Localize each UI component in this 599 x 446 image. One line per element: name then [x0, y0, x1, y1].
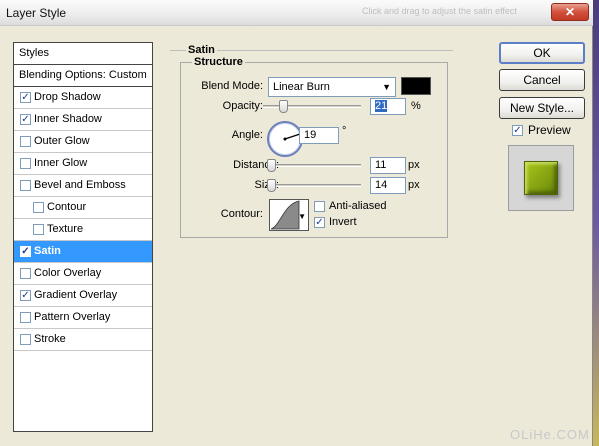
style-item-outer-glow[interactable]: Outer Glow — [14, 131, 152, 153]
close-icon: ✕ — [564, 5, 576, 19]
opacity-unit: % — [411, 100, 421, 112]
anti-aliased-checkbox[interactable] — [314, 201, 325, 212]
opacity-slider-track[interactable] — [263, 105, 361, 108]
size-value: 14 — [375, 179, 388, 191]
style-item-inner-shadow[interactable]: ✓ Inner Shadow — [14, 109, 152, 131]
style-item-stroke[interactable]: Stroke — [14, 329, 152, 351]
preview-checkbox[interactable]: ✓ — [512, 125, 523, 136]
structure-title: Structure — [192, 56, 245, 68]
checkbox-drop-shadow[interactable]: ✓ — [20, 92, 31, 103]
checkbox-bevel-emboss[interactable] — [20, 180, 31, 191]
watermark-text: OLiHe.COM — [510, 427, 590, 442]
style-item-contour[interactable]: Contour — [14, 197, 152, 219]
opacity-input[interactable]: 21 — [370, 98, 406, 115]
angle-label: Angle: — [231, 129, 263, 141]
style-item-label: Satin — [34, 245, 61, 257]
opacity-label: Opacity: — [222, 100, 263, 112]
blend-color-swatch[interactable] — [401, 77, 431, 95]
preview-swatch — [524, 161, 558, 195]
new-style-button[interactable]: New Style... — [499, 97, 585, 119]
size-label: Size: — [187, 179, 279, 191]
checkbox-outer-glow[interactable] — [20, 136, 31, 147]
anti-aliased-option[interactable]: Anti-aliased — [314, 200, 386, 214]
size-unit: px — [408, 179, 420, 191]
contour-label: Contour: — [220, 208, 263, 220]
style-item-label: Inner Shadow — [34, 113, 102, 125]
contour-curve-icon — [270, 200, 300, 230]
distance-slider-track[interactable] — [267, 164, 361, 167]
style-item-inner-glow[interactable]: Inner Glow — [14, 153, 152, 175]
chevron-down-icon: ▼ — [298, 212, 306, 221]
style-item-drop-shadow[interactable]: ✓ Drop Shadow — [14, 87, 152, 109]
invert-checkbox[interactable]: ✓ — [314, 217, 325, 228]
checkbox-color-overlay[interactable] — [20, 268, 31, 279]
checkbox-pattern-overlay[interactable] — [20, 312, 31, 323]
style-item-label: Bevel and Emboss — [34, 179, 126, 191]
style-item-pattern-overlay[interactable]: Pattern Overlay — [14, 307, 152, 329]
size-slider-thumb[interactable] — [267, 179, 276, 192]
distance-input[interactable]: 11 — [370, 157, 406, 174]
checkbox-gradient-overlay[interactable]: ✓ — [20, 290, 31, 301]
angle-value: 19 — [304, 129, 317, 141]
style-item-label: Inner Glow — [34, 157, 88, 169]
satin-group-title: Satin — [186, 44, 217, 56]
size-input[interactable]: 14 — [370, 177, 406, 194]
invert-label: Invert — [329, 216, 357, 228]
distance-label: Distance: — [233, 159, 279, 171]
style-item-gradient-overlay[interactable]: ✓ Gradient Overlay — [14, 285, 152, 307]
preview-label: Preview — [528, 123, 571, 137]
style-item-label: Outer Glow — [34, 135, 90, 147]
checkbox-stroke[interactable] — [20, 334, 31, 345]
checkbox-satin[interactable]: ✓ — [20, 246, 31, 257]
style-item-label: Gradient Overlay — [34, 289, 118, 301]
checkbox-contour[interactable] — [33, 202, 44, 213]
styles-list: Styles Blending Options: Custom ✓ Drop S… — [13, 42, 153, 432]
style-item-bevel-emboss[interactable]: Bevel and Emboss — [14, 175, 152, 197]
checkbox-inner-glow[interactable] — [20, 158, 31, 169]
cancel-button[interactable]: Cancel — [499, 69, 585, 91]
distance-value: 11 — [375, 159, 387, 171]
styles-header[interactable]: Styles — [14, 43, 152, 65]
style-item-label: Stroke — [34, 333, 66, 345]
style-item-label: Texture — [47, 223, 84, 235]
angle-dial[interactable] — [267, 121, 303, 157]
checkbox-inner-shadow[interactable]: ✓ — [20, 114, 31, 125]
style-item-label: Color Overlay — [34, 267, 102, 279]
contour-picker[interactable]: ▼ — [269, 199, 309, 231]
blend-mode-select[interactable]: Linear Burn ▼ — [268, 77, 396, 97]
style-item-label: Pattern Overlay — [34, 311, 111, 323]
distance-unit: px — [408, 159, 420, 171]
size-slider-track[interactable] — [267, 184, 361, 187]
style-item-label: Contour — [47, 201, 87, 213]
opacity-value: 21 — [375, 100, 388, 112]
opacity-slider-thumb[interactable] — [279, 100, 288, 113]
close-button[interactable]: ✕ — [551, 3, 589, 21]
angle-input[interactable]: 19 — [299, 127, 339, 144]
window-title: Layer Style — [6, 6, 67, 20]
style-item-texture[interactable]: Texture — [14, 219, 152, 241]
angle-needle-icon — [283, 133, 301, 141]
angle-unit: ° — [342, 125, 347, 137]
structure-box: Structure Blend Mode: Linear Burn ▼ Opac… — [180, 56, 448, 238]
preview-thumbnail — [508, 145, 574, 211]
invert-option[interactable]: ✓ Invert — [314, 216, 357, 230]
blend-mode-value: Linear Burn — [273, 81, 330, 93]
checkbox-texture[interactable] — [33, 224, 44, 235]
layer-style-dialog: Layer Style Click and drag to adjust the… — [0, 0, 593, 446]
blending-options-item[interactable]: Blending Options: Custom — [14, 65, 152, 87]
preview-option[interactable]: ✓ Preview — [512, 124, 571, 138]
blend-mode-label: Blend Mode: — [201, 80, 263, 92]
satin-group: Satin Structure Blend Mode: Linear Burn … — [170, 43, 453, 239]
chevron-down-icon: ▼ — [382, 82, 391, 92]
title-hint-text: Click and drag to adjust the satin effec… — [362, 6, 517, 16]
ok-button[interactable]: OK — [499, 42, 585, 64]
title-bar[interactable]: Layer Style Click and drag to adjust the… — [0, 0, 593, 26]
distance-slider-thumb[interactable] — [267, 159, 276, 172]
style-item-satin[interactable]: ✓ Satin — [14, 241, 152, 263]
anti-aliased-label: Anti-aliased — [329, 200, 387, 212]
style-item-label: Drop Shadow — [34, 91, 101, 103]
style-item-color-overlay[interactable]: Color Overlay — [14, 263, 152, 285]
